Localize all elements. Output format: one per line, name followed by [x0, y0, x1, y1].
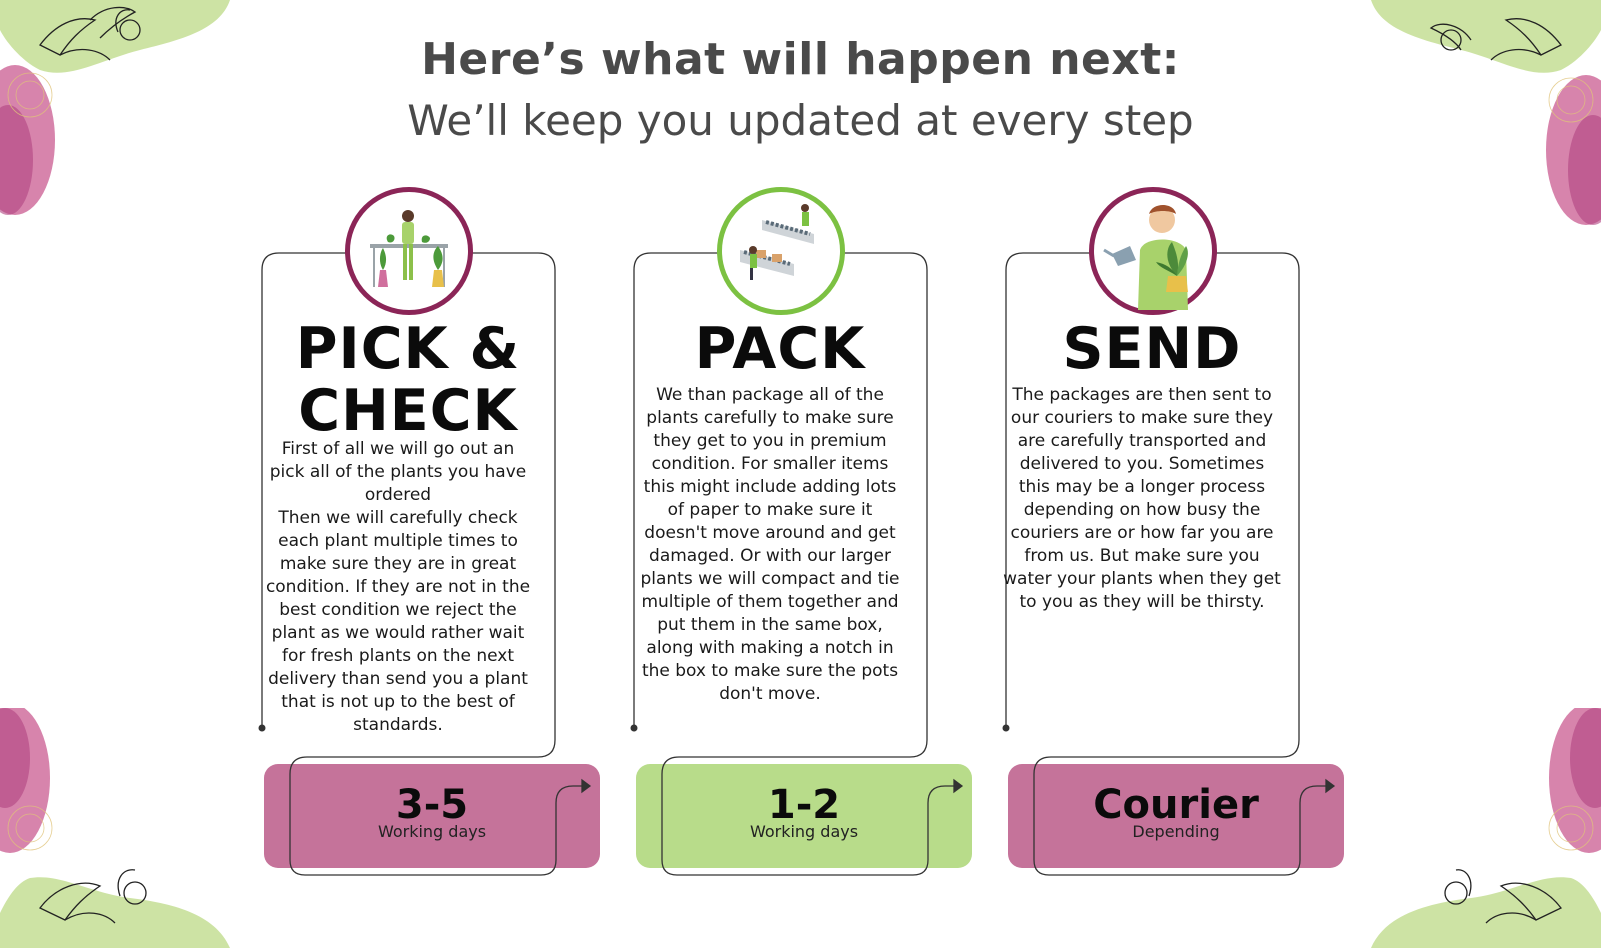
step-send: SEND The packages are then sent to our c… [1002, 0, 1362, 948]
duration-value: 1-2 [767, 782, 841, 828]
step-title-line1: SEND [1062, 316, 1242, 382]
duration-value: 3-5 [395, 782, 469, 828]
step-description: First of all we will go out an pick all … [265, 439, 531, 735]
duration-label: Working days [749, 822, 859, 841]
duration-label: Depending [1132, 822, 1220, 841]
duration-label: Working days [377, 822, 487, 841]
step-title-line2: CHECK [298, 378, 518, 444]
duration-value: Courier [1093, 782, 1259, 828]
step-pick-check: PICK & CHECK First of all we will go out… [258, 0, 618, 948]
step-title-line1: PICK & [295, 316, 521, 382]
step-description: We than package all of the plants carefu… [640, 385, 900, 704]
step-pack: PACK We than package all of the plants c… [630, 0, 990, 948]
step-description: The packages are then sent to our courie… [1003, 385, 1281, 612]
step-title-line1: PACK [694, 316, 866, 382]
